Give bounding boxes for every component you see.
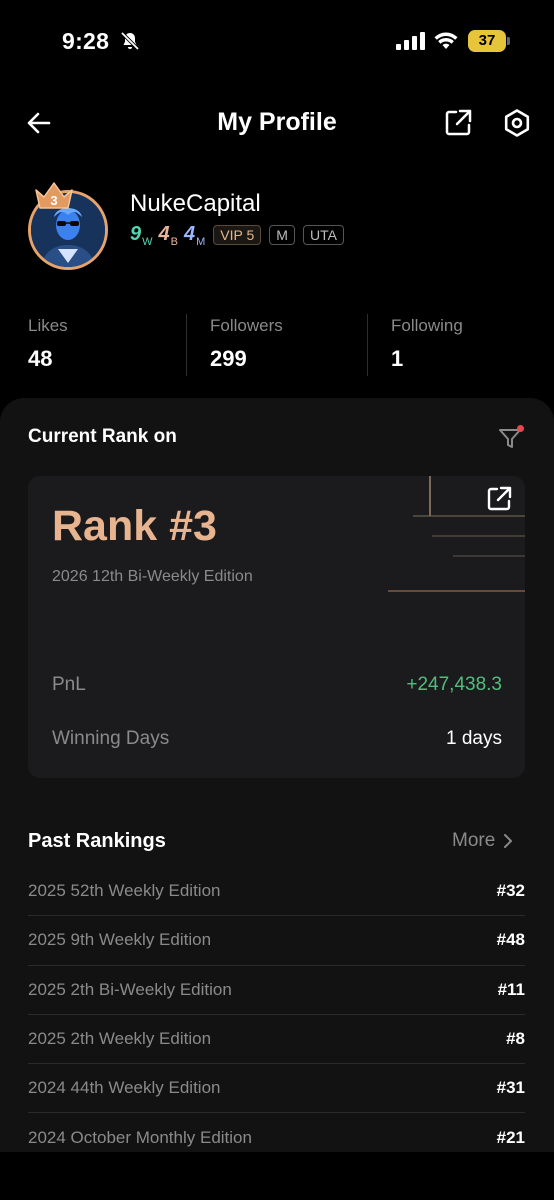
battery-level: 37 [468, 30, 506, 52]
more-link[interactable]: More [452, 830, 513, 852]
ranking-position: #11 [497, 979, 525, 999]
ranking-edition: 2025 2th Weekly Edition [28, 1029, 212, 1049]
stat-label: Followers [210, 316, 283, 335]
stat-value: 1 [391, 346, 404, 371]
current-rank-heading: Current Rank on [28, 426, 177, 447]
stat-divider [186, 314, 187, 376]
wifi-icon [434, 32, 458, 49]
ranking-edition: 2025 52th Weekly Edition [28, 881, 221, 901]
chevron-right-icon [504, 834, 513, 848]
stat-followers[interactable]: Followers 299 [210, 316, 283, 372]
stat-divider [367, 314, 368, 376]
ranking-position: #8 [506, 1029, 525, 1049]
rank-edition: 2026 12th Bi-Weekly Edition [52, 568, 253, 585]
ranking-edition: 2024 October Monthly Edition [28, 1128, 252, 1148]
vip-badge: VIP 5 [213, 225, 262, 245]
signal-icon [396, 32, 425, 50]
ranking-edition: 2024 44th Weekly Edition [28, 1078, 221, 1098]
ranking-row[interactable]: 2024 44th Weekly Edition #31 [28, 1064, 525, 1114]
status-time: 9:28 [62, 28, 110, 54]
ranking-row[interactable]: 2024 October Monthly Edition #21 [28, 1113, 525, 1152]
share-icon[interactable] [442, 107, 474, 139]
status-bar: 9:28 37 [0, 0, 554, 80]
monthly-badge-letter: M [196, 235, 206, 248]
ranking-edition: 2025 2th Bi-Weekly Edition [28, 979, 232, 999]
tag-uta: UTA [302, 225, 344, 245]
ranking-row[interactable]: 2025 9th Weekly Edition #48 [28, 916, 525, 966]
ranking-row[interactable]: 2025 52th Weekly Edition #32 [28, 867, 525, 917]
stat-following[interactable]: Following 1 [391, 316, 463, 372]
username: NukeCapital [130, 190, 261, 217]
ranking-position: #31 [496, 1078, 525, 1098]
tag-m: M [269, 225, 295, 245]
bell-muted-icon [120, 31, 140, 51]
past-rankings-list: 2025 52th Weekly Edition #32 2025 9th We… [28, 867, 525, 1152]
stat-label: Likes [28, 316, 68, 335]
settings-icon[interactable] [501, 107, 533, 139]
weekly-badge: 9W [130, 223, 153, 248]
winning-days-label: Winning Days [52, 728, 170, 749]
biweekly-badge-count: 4 [158, 222, 170, 245]
winning-days-row: Winning Days 1 days [52, 728, 502, 750]
current-rank-card[interactable]: Rank #3 2026 12th Bi-Weekly Edition PnL … [28, 476, 525, 778]
crown-rank-number: 3 [50, 193, 57, 208]
notification-dot [517, 425, 524, 432]
battery-indicator: 37 [468, 30, 510, 52]
past-rankings-title: Past Rankings [28, 830, 166, 852]
monthly-badge-count: 4 [183, 222, 196, 245]
monthly-badge: 4M [184, 223, 205, 248]
pnl-label: PnL [52, 674, 86, 695]
rank-crown-icon: 3 [35, 182, 73, 209]
weekly-badge-count: 9 [130, 222, 142, 245]
rank-title: Rank #3 [52, 502, 217, 550]
edition-badge-counts[interactable]: 9W 4B 4M [130, 223, 205, 248]
stat-value: 48 [28, 346, 53, 371]
stat-label: Following [391, 316, 463, 335]
pnl-row: PnL +247,438.3 [52, 674, 502, 696]
profile-badges: 9W 4B 4M VIP 5 M UTA [130, 223, 344, 248]
ranking-edition: 2025 9th Weekly Edition [28, 930, 212, 950]
ranking-row[interactable]: 2025 2th Bi-Weekly Edition #11 [28, 966, 525, 1015]
more-label: More [452, 830, 496, 851]
ranking-row[interactable]: 2025 2th Weekly Edition #8 [28, 1015, 525, 1065]
stat-value: 299 [210, 346, 247, 371]
battery-tip [507, 37, 510, 45]
share-icon[interactable] [484, 484, 514, 514]
ranking-position: #32 [496, 881, 525, 901]
pnl-value: +247,438.3 [406, 674, 502, 695]
ranking-position: #48 [496, 930, 525, 950]
ranking-position: #21 [496, 1128, 525, 1148]
rank-panel: Current Rank on Rank #3 2026 12th Bi-Wee… [0, 398, 554, 1152]
weekly-badge-letter: W [142, 235, 153, 248]
avatar[interactable]: 3 [28, 178, 110, 272]
biweekly-badge-letter: B [170, 235, 178, 248]
rank-card-decoration [232, 476, 525, 646]
winning-days-value: 1 days [446, 728, 502, 749]
filter-icon[interactable] [497, 424, 525, 452]
stat-likes[interactable]: Likes 48 [28, 316, 68, 372]
biweekly-badge: 4B [159, 223, 178, 248]
